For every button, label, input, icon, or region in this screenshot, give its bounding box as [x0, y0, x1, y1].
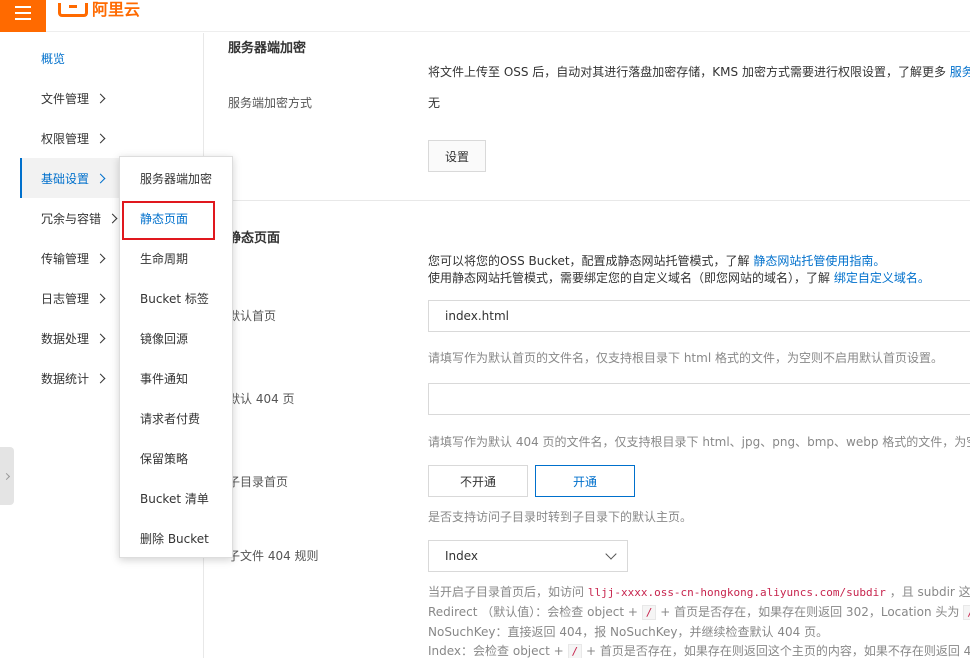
static-description-2-text: 使用静态网站托管模式，需要绑定您的自定义域名（即您网站的域名），了解	[428, 271, 831, 285]
sidebar-item-label: 基础设置	[41, 171, 90, 186]
sidebar-item-overview[interactable]: 概览	[20, 38, 204, 78]
404-page-label: 默认 404 页	[228, 392, 295, 406]
subdir-disable-button[interactable]: 不开通	[428, 465, 528, 497]
aliyun-logo-icon	[58, 3, 88, 17]
rule-note-4: Index：会检查 object + / + 首页是否存在，如果存在则返回这个主…	[428, 642, 970, 658]
submenu-item-requester-pays[interactable]: 请求者付费	[120, 398, 232, 438]
encryption-method-value: 无	[428, 96, 441, 110]
submenu-item-mirror-origin[interactable]: 镜像回源	[120, 318, 232, 358]
sidebar-item-label: 数据统计	[41, 371, 90, 386]
sidebar-item-label: 日志管理	[41, 291, 90, 306]
submenu-item-bucket-tags[interactable]: Bucket 标签	[120, 278, 232, 318]
rule-note-3: NoSuchKey：直接返回 404，报 NoSuchKey，并继续检查默认 4…	[428, 625, 829, 639]
sidebar-collapse-handle[interactable]	[0, 447, 14, 505]
rule-note-4-text: Index：会检查 object +	[428, 644, 564, 658]
submenu-item-event-notification[interactable]: 事件通知	[120, 358, 232, 398]
sidebar-item-label: 传输管理	[41, 251, 90, 266]
chevron-right-icon	[95, 133, 106, 143]
submenu-item-server-encryption[interactable]: 服务器端加密	[120, 158, 232, 198]
chevron-right-icon	[107, 213, 118, 223]
logo-text: 阿里云	[92, 0, 141, 19]
slash-code: /	[567, 644, 583, 658]
sidebar-item-label: 权限管理	[41, 131, 90, 146]
subdir-index-label: 子目录首页	[228, 475, 289, 489]
404-page-input[interactable]	[428, 383, 970, 415]
encryption-method-label: 服务端加密方式	[228, 96, 313, 110]
section-divider	[205, 200, 970, 201]
subfile-404-rule-select[interactable]: Index	[428, 540, 628, 572]
slash-code: /	[641, 605, 657, 620]
sidebar-item-permission-management[interactable]: 权限管理	[20, 118, 204, 158]
highlight-box	[122, 201, 215, 240]
static-description-2: 使用静态网站托管模式，需要绑定您的自定义域名（即您网站的域名），了解 绑定自定义…	[428, 269, 930, 286]
example-url-code: lljj-xxxx.oss-cn-hongkong.aliyuncs.com/s…	[587, 586, 886, 599]
subdir-index-hint: 是否支持访问子目录时转到子目录下的默认主页。	[428, 510, 693, 524]
encryption-description-text: 将文件上传至 OSS 后，自动对其进行落盘加密存储，KMS 加密方式需要进行权限…	[428, 65, 946, 79]
rule-note-4-suffix: + 首页是否存在，如果存在则返回这个主页的内容，如果不存在则返回 40	[585, 644, 970, 658]
subfile-404-rule-label: 子文件 404 规则	[228, 549, 319, 563]
chevron-right-icon	[95, 373, 106, 383]
rule-note-1-text: 当开启子目录首页后，如访问	[428, 585, 585, 599]
sidebar-item-label: 冗余与容错	[41, 211, 102, 226]
submenu-item-bucket-inventory[interactable]: Bucket 清单	[120, 478, 232, 518]
static-description-1: 您可以将您的OSS Bucket，配置成静态网站托管模式，了解 静态网站托管使用…	[428, 252, 885, 269]
static-hosting-guide-link[interactable]: 静态网站托管使用指南。	[753, 254, 885, 268]
chevron-right-icon	[95, 173, 106, 183]
sidebar-item-label: 数据处理	[41, 331, 90, 346]
hamburger-menu-icon[interactable]	[0, 0, 46, 32]
bind-custom-domain-link[interactable]: 绑定自定义域名。	[834, 271, 930, 285]
chevron-right-icon	[95, 253, 106, 263]
404-page-hint: 请填写作为默认 404 页的文件名，仅支持根目录下 html、jpg、png、b…	[428, 435, 970, 449]
submenu-item-delete-bucket[interactable]: 删除 Bucket	[120, 518, 232, 558]
encryption-set-button[interactable]: 设置	[428, 140, 486, 172]
select-value: Index	[445, 549, 479, 563]
sidebar-item-label: 概览	[41, 51, 66, 66]
index-page-label: 默认首页	[228, 309, 277, 323]
main-content: 服务器端加密 将文件上传至 OSS 后，自动对其进行落盘加密存储，KMS 加密方…	[205, 33, 970, 658]
section-title-static-page: 静态页面	[228, 231, 281, 246]
chevron-right-icon	[95, 93, 106, 103]
rule-note-2-text: Redirect （默认值）：会检查 object +	[428, 605, 638, 619]
top-bar: 阿里云	[0, 0, 970, 32]
encryption-description: 将文件上传至 OSS 后，自动对其进行落盘加密存储，KMS 加密方式需要进行权限…	[428, 63, 970, 80]
aliyun-logo[interactable]: 阿里云	[58, 0, 140, 20]
section-title-encryption: 服务器端加密	[228, 41, 307, 56]
index-page-hint: 请填写作为默认首页的文件名，仅支持根目录下 html 格式的文件，为空则不启用默…	[428, 351, 943, 365]
index-page-input[interactable]: index.html	[428, 300, 970, 332]
chevron-right-icon	[2, 472, 10, 480]
subdir-enable-button[interactable]: 开通	[535, 465, 635, 497]
rule-note-2: Redirect （默认值）：会检查 object + / + 首页是否存在，如…	[428, 603, 970, 620]
sidebar-item-file-management[interactable]: 文件管理	[20, 78, 204, 118]
sidebar-item-label: 文件管理	[41, 91, 90, 106]
rule-note-2-suffix: + 首页是否存在，如果存在则返回 302，Location 头为	[660, 605, 960, 619]
slash-code: /	[963, 605, 970, 620]
submenu-item-lifecycle[interactable]: 生命周期	[120, 238, 232, 278]
chevron-right-icon	[95, 333, 106, 343]
rule-note-1-suffix: ，且 subdir 这个 ol	[889, 585, 970, 599]
learn-more-link[interactable]: 服务	[950, 65, 970, 79]
rule-note-1: 当开启子目录首页后，如访问 lljj-xxxx.oss-cn-hongkong.…	[428, 583, 970, 600]
chevron-right-icon	[95, 293, 106, 303]
static-description-1-text: 您可以将您的OSS Bucket，配置成静态网站托管模式，了解	[428, 254, 750, 268]
submenu-item-retention-policy[interactable]: 保留策略	[120, 438, 232, 478]
chevron-down-icon	[605, 548, 617, 560]
